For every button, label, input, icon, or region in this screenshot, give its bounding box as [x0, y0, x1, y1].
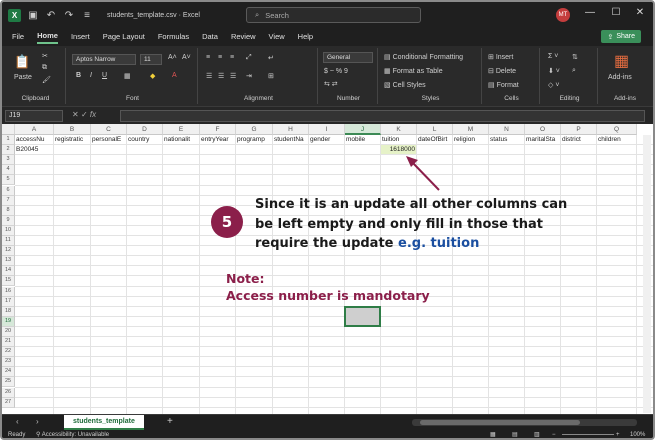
normal-view-icon[interactable]: ▦: [490, 430, 496, 438]
page-break-view-icon[interactable]: ▥: [534, 430, 540, 438]
note-block: Note: Access number is mandotary: [226, 270, 430, 304]
note-text: Access number is mandotary: [226, 288, 430, 303]
annotation-highlight: e.g. tuition: [398, 236, 480, 251]
sheet-bar: ‹ › students_template +: [2, 414, 653, 430]
status-bar: Ready ⚲ Accessibility: Unavailable ▦ ▤ ▥…: [2, 430, 653, 438]
scroll-thumb[interactable]: [420, 420, 580, 425]
note-title: Note:: [226, 271, 265, 286]
accessibility-label: Accessibility: Unavailable: [41, 432, 110, 438]
zoom-in-icon[interactable]: +: [616, 430, 620, 438]
prev-sheet-icon[interactable]: ‹: [16, 417, 19, 426]
accessibility-status[interactable]: ⚲ Accessibility: Unavailable: [36, 430, 110, 438]
page-layout-view-icon[interactable]: ▤: [512, 430, 518, 438]
excel-window: X ▣ ↶ ↷ ≡ students_template.csv · Excel …: [0, 0, 655, 440]
annotation-text: Since it is an update all other columns …: [255, 195, 575, 254]
next-sheet-icon[interactable]: ›: [36, 417, 39, 426]
zoom-out-icon[interactable]: −: [552, 430, 556, 438]
horizontal-scrollbar[interactable]: [412, 419, 637, 426]
sheet-tab-students-template[interactable]: students_template: [64, 415, 144, 430]
zoom-slider[interactable]: [562, 434, 614, 435]
zoom-level[interactable]: 100%: [630, 430, 645, 438]
status-ready: Ready: [8, 432, 26, 438]
add-sheet-icon[interactable]: +: [167, 416, 173, 427]
step-badge: 5: [211, 206, 243, 238]
